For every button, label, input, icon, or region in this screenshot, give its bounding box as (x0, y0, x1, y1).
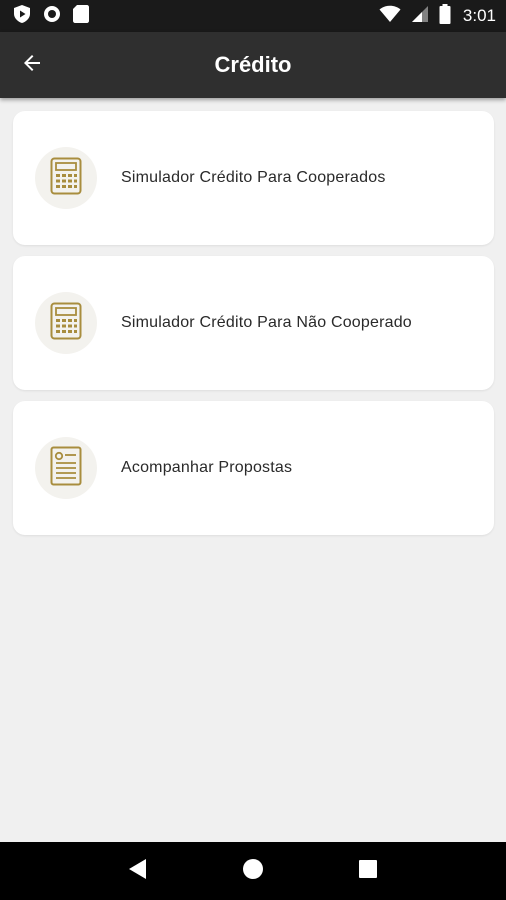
play-protect-icon (12, 4, 32, 28)
system-nav-bar (0, 842, 506, 900)
menu-item-label: Simulador Crédito Para Cooperados (121, 169, 386, 186)
back-button[interactable] (14, 47, 50, 83)
status-right-icons: 3:01 (379, 4, 496, 28)
credit-menu: Simulador Crédito Para Cooperados Simula… (13, 111, 494, 546)
menu-item-label: Acompanhar Propostas (121, 459, 293, 476)
nav-back-button[interactable] (118, 851, 158, 891)
arrow-left-icon (20, 51, 44, 79)
signal-icon (411, 5, 429, 27)
sd-card-icon (72, 4, 90, 28)
nav-home-button[interactable] (233, 851, 273, 891)
icon-container (35, 437, 97, 499)
icon-container (35, 147, 97, 209)
status-time: 3:01 (462, 6, 496, 25)
menu-item-acompanhar-propostas[interactable]: Acompanhar Propostas (13, 401, 494, 535)
document-icon (50, 446, 82, 490)
calculator-icon (50, 302, 82, 344)
recents-square-icon (358, 859, 378, 883)
status-left-icons (12, 4, 90, 28)
wifi-icon (379, 5, 401, 27)
menu-item-simulator-cooperados[interactable]: Simulador Crédito Para Cooperados (13, 111, 494, 245)
home-circle-icon (242, 858, 264, 884)
app-bar: Crédito (0, 32, 506, 98)
menu-item-simulator-nao-cooperado[interactable]: Simulador Crédito Para Não Cooperado (13, 256, 494, 390)
calculator-icon (50, 157, 82, 199)
page-title: Crédito (214, 52, 292, 77)
back-triangle-icon (128, 858, 148, 884)
nav-recents-button[interactable] (348, 851, 388, 891)
status-bar: 3:01 (0, 0, 506, 32)
circle-icon (42, 4, 62, 28)
menu-item-label: Simulador Crédito Para Não Cooperado (121, 314, 412, 331)
battery-icon (439, 4, 451, 28)
icon-container (35, 292, 97, 354)
